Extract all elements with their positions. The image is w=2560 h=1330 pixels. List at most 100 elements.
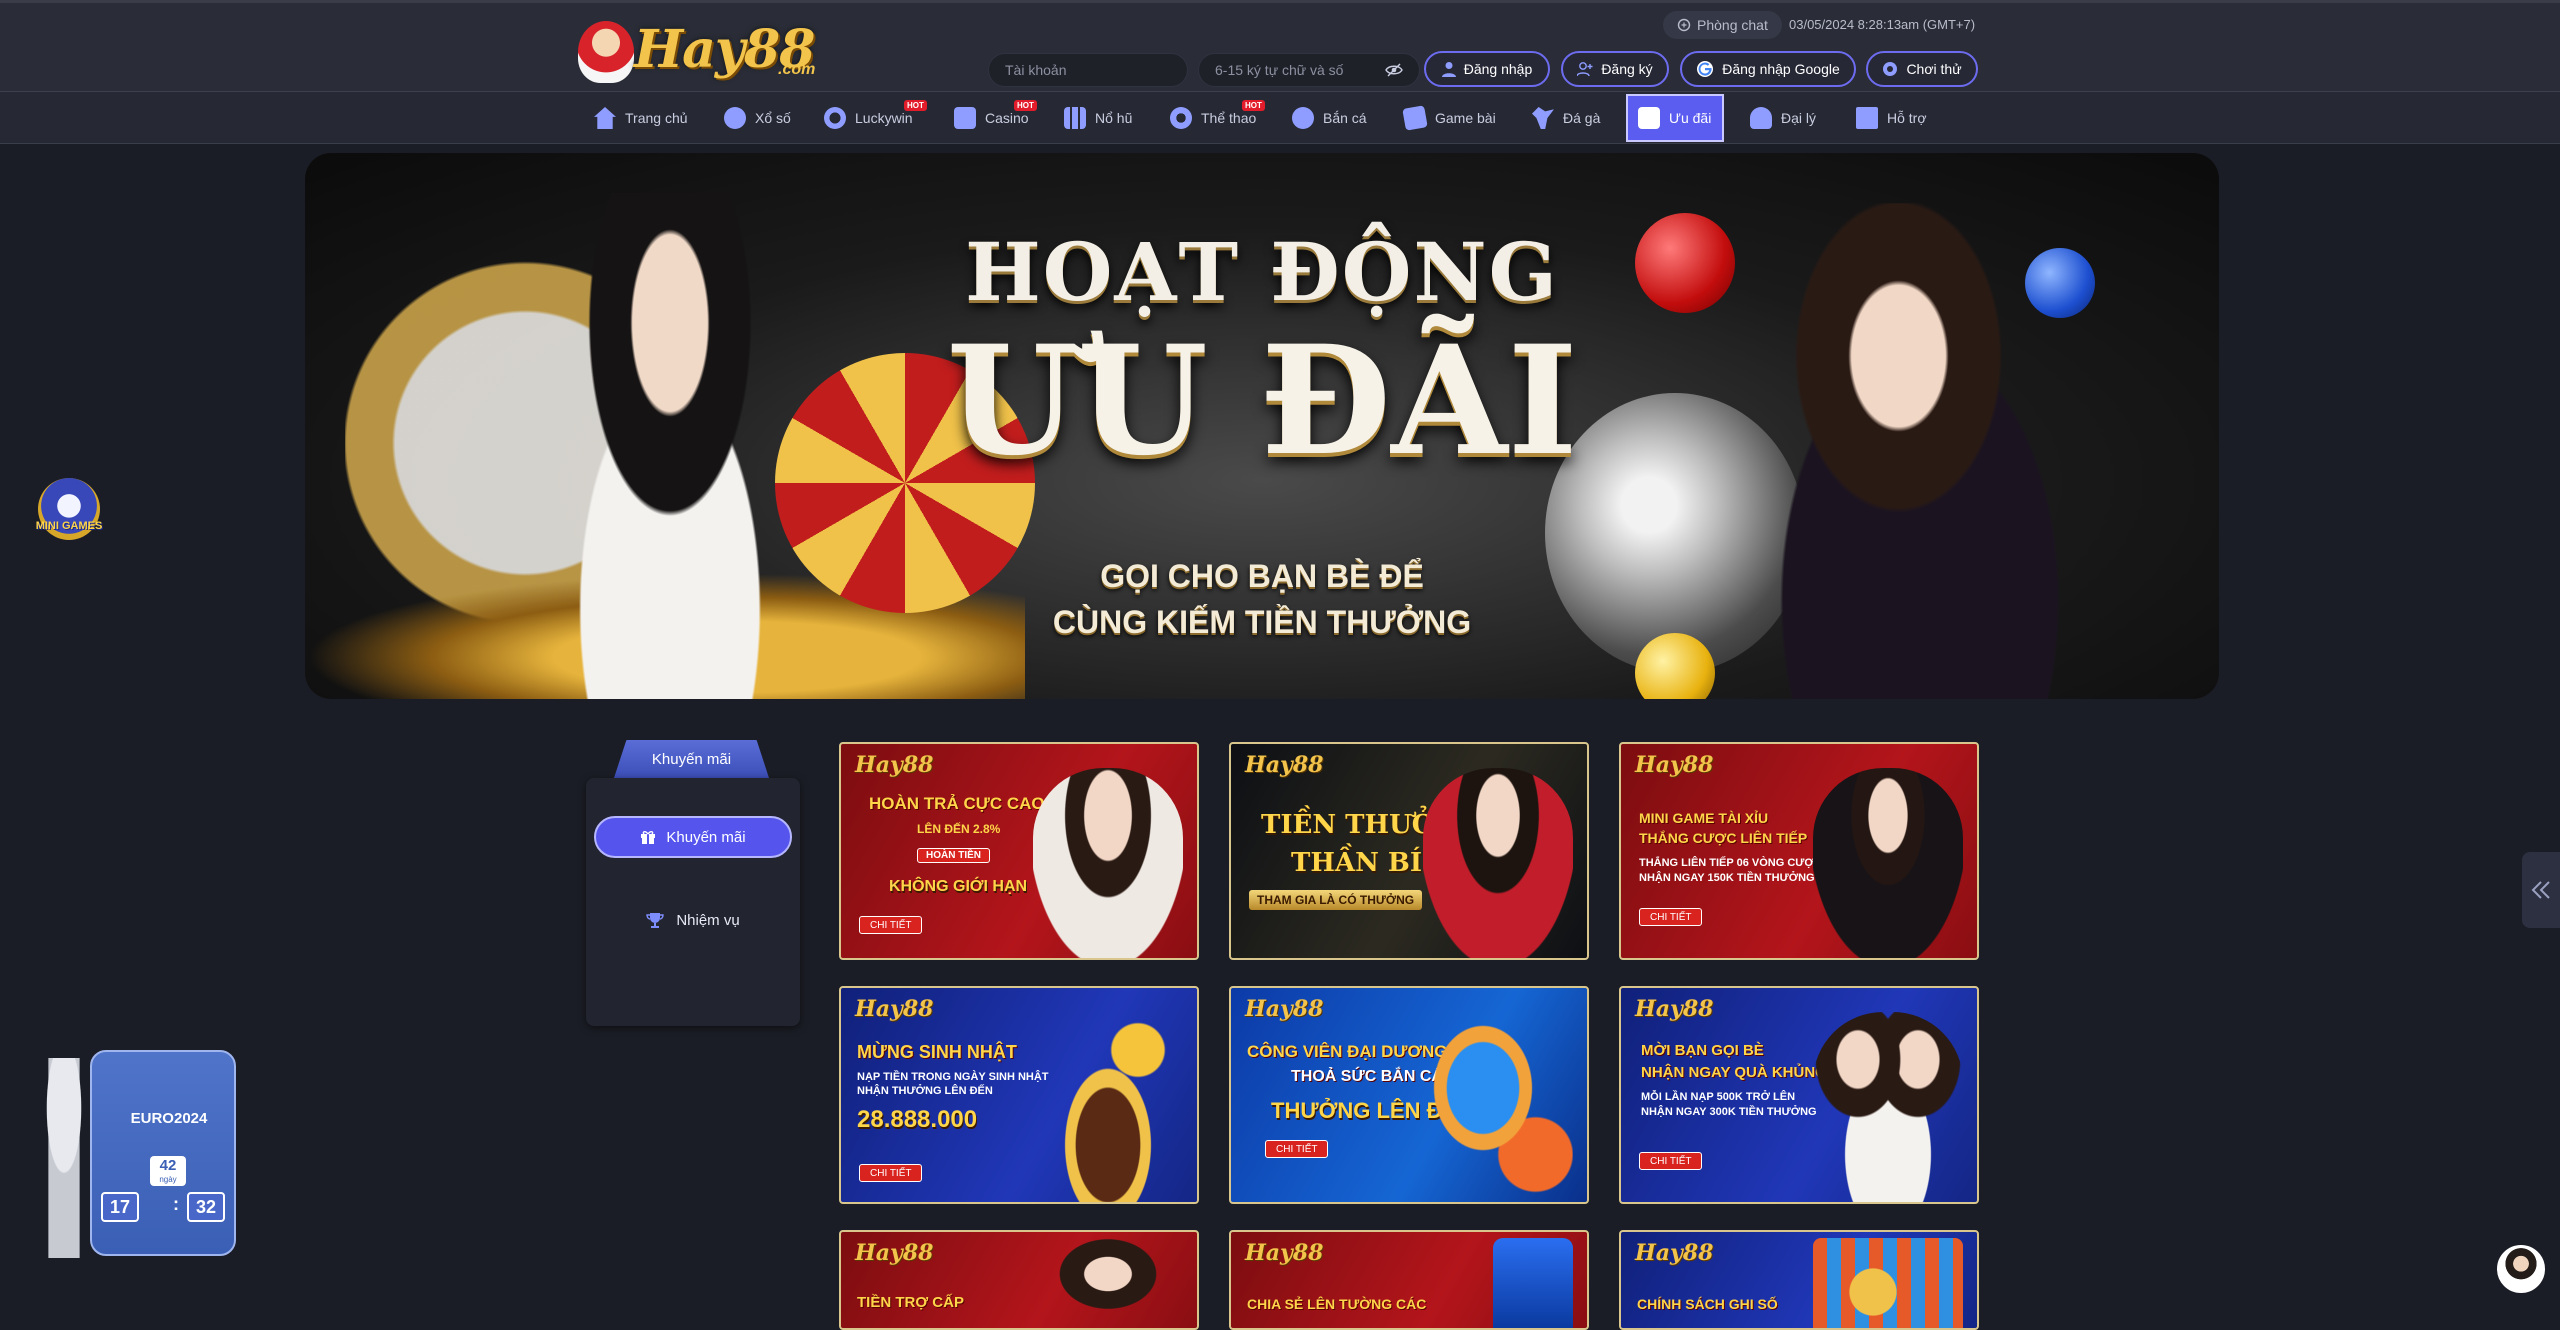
card-logo: Hay88 <box>855 1240 934 1266</box>
chat-icon <box>1677 18 1691 32</box>
countdown-board <box>90 1050 236 1256</box>
card-subtitle: NẠP TIỀN TRONG NGÀY SINH NHẬT NHẬN THƯỞN… <box>857 1071 1049 1097</box>
card-title: MINI GAME TÀI XỈU <box>1639 810 1769 826</box>
nav-label: Ưu đãi <box>1669 110 1712 126</box>
promo-card-mini-game[interactable]: Hay88 MINI GAME TÀI XỈU THẮNG CƯỢC LIÊN … <box>1619 742 1979 960</box>
sidebar-item-label: Nhiệm vụ <box>676 911 740 929</box>
nav-item-home[interactable]: Trang chủ <box>584 92 698 144</box>
register-button[interactable]: Đăng ký <box>1561 51 1669 87</box>
password-input[interactable]: 6-15 ký tự chữ và số <box>1198 53 1420 87</box>
nav-item-cockfight[interactable]: Đá gà <box>1522 92 1610 144</box>
login-button[interactable]: Đăng nhập <box>1424 51 1550 87</box>
promo-card-mystery-bonus[interactable]: Hay88 TIỀN THƯỞNG THẦN BÍ THAM GIA LÀ CÓ… <box>1229 742 1589 960</box>
promo-card-scoring-policy[interactable]: Hay88 CHÍNH SÁCH GHI SỐ <box>1619 1230 1979 1330</box>
card-logo: Hay88 <box>1635 1240 1714 1266</box>
chat-room-button[interactable]: Phòng chat <box>1663 11 1782 39</box>
promo-card-rebate[interactable]: Hay88 HOÀN TRẢ CỰC CAO LÊN ĐẾN 2.8% HOÀN… <box>839 742 1199 960</box>
banner-title-line2: ƯU ĐÃI <box>946 313 1578 489</box>
promo-card-share[interactable]: Hay88 CHIA SẺ LÊN TƯỜNG CÁC <box>1229 1230 1589 1330</box>
lottery-ball-icon <box>724 107 746 129</box>
card-cake-art <box>1033 1012 1183 1202</box>
card-model-art <box>1813 768 1963 958</box>
promo-card-ocean-park[interactable]: Hay88 CÔNG VIÊN ĐẠI DƯƠNG THOẢ SỨC BẮN C… <box>1229 986 1589 1204</box>
card-highlight: KHÔNG GIỚI HẠN <box>889 878 1028 895</box>
card-subtitle: THẮNG CƯỢC LIÊN TIẾP <box>1639 830 1808 846</box>
add-user-icon <box>1577 62 1593 77</box>
nav-item-fishing[interactable]: Bắn cá <box>1282 92 1377 144</box>
password-placeholder: 6-15 ký tự chữ và số <box>1215 62 1344 78</box>
nav-item-luckywin[interactable]: Luckywin HOT <box>814 92 927 144</box>
nav-label: Đá gà <box>1563 110 1601 126</box>
euro2024-countdown-widget[interactable]: EURO2024 42 ngày 17 : 32 <box>24 1046 236 1260</box>
site-logo[interactable]: Hay88 .com <box>578 15 828 85</box>
card-title: CÔNG VIÊN ĐẠI DƯƠNG <box>1247 1042 1448 1061</box>
nav-item-agent[interactable]: Đại lý <box>1740 92 1826 144</box>
card-model-art <box>1813 1012 1963 1202</box>
sports-ball-icon <box>1170 107 1192 129</box>
card-logo: Hay88 <box>1635 996 1714 1022</box>
sidebar-item-missions[interactable]: Nhiệm vụ <box>594 900 792 940</box>
card-title: MỪNG SINH NHẬT <box>857 1042 1017 1062</box>
card-detail-button[interactable]: CHI TIẾT <box>1265 1140 1329 1158</box>
nav-item-sports[interactable]: Thể thao HOT <box>1160 92 1266 144</box>
card-fish-art <box>1423 1012 1573 1202</box>
euro-title: EURO2024 <box>130 1110 208 1127</box>
agent-icon <box>1750 107 1772 129</box>
card-subtitle: NHẬN NGAY QUÀ KHỦNG <box>1641 1064 1827 1081</box>
promo-card-birthday[interactable]: Hay88 MỪNG SINH NHẬT NẠP TIỀN TRONG NGÀY… <box>839 986 1199 1204</box>
gamepad-icon <box>1883 62 1898 76</box>
promo-card-referral[interactable]: Hay88 MỜI BẠN GỌI BÈ NHẬN NGAY QUÀ KHỦNG… <box>1619 986 1979 1204</box>
nav-item-casino[interactable]: Casino HOT <box>944 92 1039 144</box>
card-subtitle: THẦN BÍ <box>1291 848 1423 878</box>
mini-games-widget[interactable]: MINI GAMES <box>28 470 110 542</box>
countdown-days: 42 ngày <box>150 1156 186 1186</box>
card-detail-button[interactable]: CHI TIẾT <box>859 1164 923 1182</box>
promo-sidebar: Khuyến mãi Nhiệm vụ <box>586 778 800 1026</box>
nav-item-support[interactable]: Hỗ trợ <box>1846 92 1937 144</box>
google-login-button[interactable]: Đăng nhập Google <box>1680 51 1856 87</box>
nav-label: Nổ hũ <box>1095 110 1133 126</box>
nav-item-slots[interactable]: Nổ hũ <box>1054 92 1142 144</box>
nav-label: Game bài <box>1435 110 1496 126</box>
nav-label: Bắn cá <box>1323 110 1367 126</box>
card-detail-button[interactable]: CHI TIẾT <box>1639 908 1703 926</box>
main-nav: Trang chủ Xổ số Luckywin HOT Casino HOT … <box>0 92 2560 144</box>
double-chevron-left-icon <box>2531 881 2550 899</box>
slot-machine-icon <box>1064 107 1086 129</box>
banner-subtitle-line2: CÙNG KIẾM TIỀN THƯỞNG <box>1052 604 1472 640</box>
nav-item-card-games[interactable]: Game bài <box>1394 92 1506 144</box>
card-detail-button[interactable]: CHI TIẾT <box>1639 1152 1703 1170</box>
card-logo: Hay88 <box>1245 752 1324 778</box>
sidebar-tab-header: Khuyến mãi <box>614 740 769 778</box>
promo-hero-banner[interactable]: HOẠT ĐỘNG ƯU ĐÃI GỌI CHO BẠN BÈ ĐỂ CÙNG … <box>305 153 2219 699</box>
trophy-cup-art <box>24 1058 104 1258</box>
promo-card-subsidy[interactable]: Hay88 TIỀN TRỢ CẤP <box>839 1230 1199 1330</box>
card-logo: Hay88 <box>1635 752 1714 778</box>
trophy-icon <box>646 913 665 928</box>
card-model-art <box>1033 768 1183 958</box>
banner-subtitle-line1: GỌI CHO BẠN BÈ ĐỂ <box>1100 558 1424 594</box>
sidebar-item-promotions[interactable]: Khuyến mãi <box>594 816 792 858</box>
site-header: Hay88 .com Phòng chat 03/05/2024 8:28:13… <box>0 0 2560 92</box>
card-title: TIỀN TRỢ CẤP <box>857 1294 964 1311</box>
countdown-days-value: 42 <box>159 1157 177 1174</box>
sidebar-item-label: Khuyến mãi <box>666 828 746 846</box>
nav-item-promotions[interactable]: Ưu đãi <box>1626 94 1724 142</box>
mini-games-label: MINI GAMES <box>35 520 103 532</box>
support-agent-avatar[interactable] <box>2497 1245 2545 1293</box>
side-panel-toggle[interactable] <box>2522 852 2560 928</box>
card-model-art <box>1423 768 1573 958</box>
trial-play-button[interactable]: Chơi thử <box>1866 51 1978 87</box>
countdown-minutes: 32 <box>187 1192 225 1222</box>
hot-badge: HOT <box>904 100 927 111</box>
card-detail-button[interactable]: CHI TIẾT <box>859 916 923 934</box>
card-highlight: 28.888.000 <box>857 1106 978 1133</box>
nav-item-lottery[interactable]: Xổ số <box>714 92 801 144</box>
username-input[interactable]: Tài khoản <box>988 53 1188 87</box>
chat-room-label: Phòng chat <box>1697 17 1768 33</box>
nav-label: Thể thao <box>1201 110 1257 126</box>
play-icon <box>954 107 976 129</box>
eye-slash-icon[interactable] <box>1385 63 1403 77</box>
nav-label: Xổ số <box>755 110 791 126</box>
login-label: Đăng nhập <box>1463 61 1533 77</box>
